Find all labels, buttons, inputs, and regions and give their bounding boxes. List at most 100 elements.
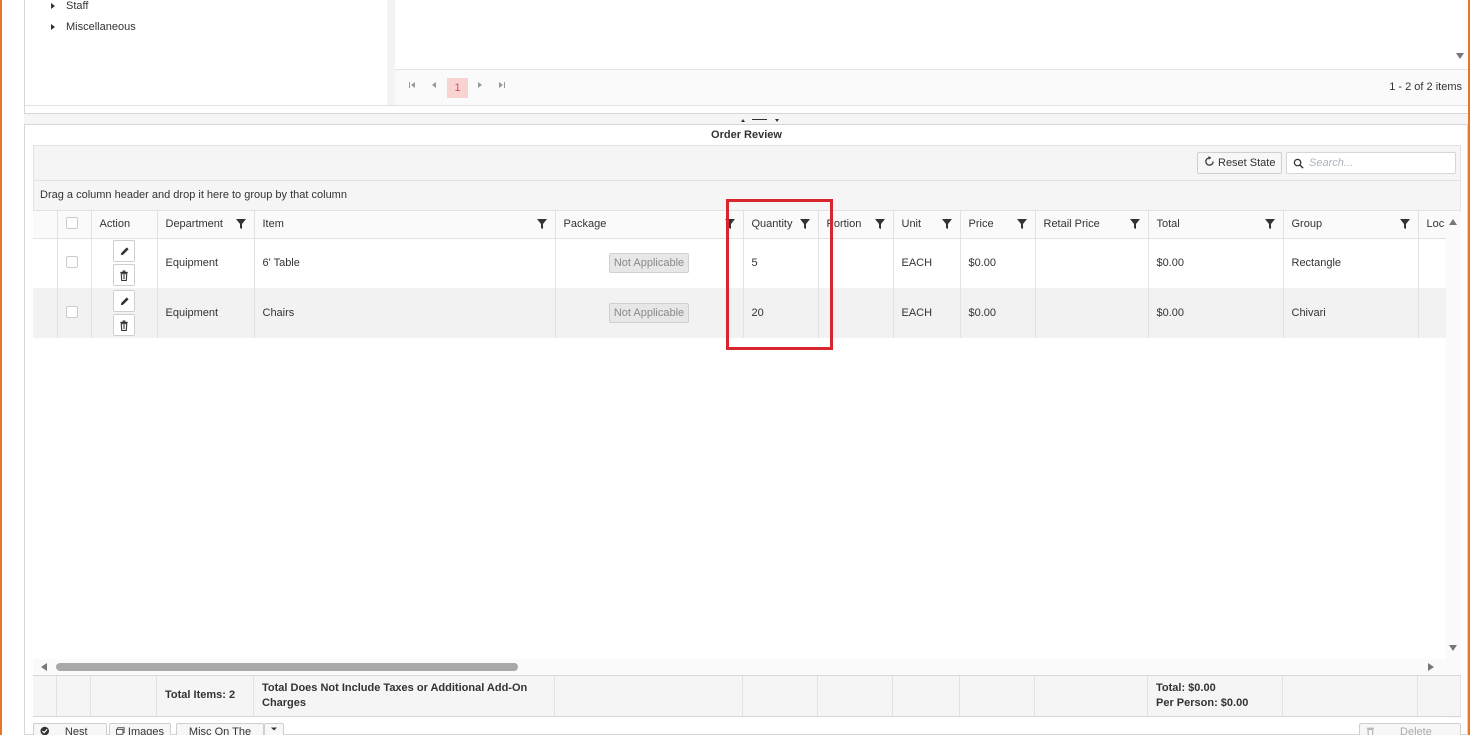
filter-icon[interactable] (874, 219, 885, 230)
cell-department: Equipment (157, 288, 255, 338)
scroll-down-icon[interactable] (1449, 645, 1457, 651)
vertical-scrollbar[interactable] (1446, 211, 1461, 718)
row-checkbox[interactable] (65, 255, 78, 268)
panel-splitter[interactable] (24, 114, 1468, 124)
group-hint-text: Drag a column header and drop it here to… (40, 189, 347, 201)
filter-icon[interactable] (1264, 219, 1275, 230)
select-all-checkbox[interactable] (65, 216, 78, 229)
header-total[interactable]: Total (1148, 211, 1284, 239)
grid-toolbar: Reset State (33, 145, 1461, 181)
cell-retail-price (1035, 238, 1149, 288)
cell-portion (818, 288, 894, 338)
expand-arrow-icon[interactable] (51, 24, 55, 30)
horizontal-scroll-thumb[interactable] (56, 663, 518, 671)
cell-package: Not Applicable (555, 288, 744, 338)
horizontal-scrollbar[interactable] (33, 659, 1461, 675)
header-quantity[interactable]: Quantity (743, 211, 819, 239)
left-accent-border (0, 0, 2, 735)
footer-per-person: Per Person: $0.00 (1156, 697, 1249, 709)
right-gutter (1470, 0, 1481, 735)
footer-total-items: Total Items: 2 (157, 676, 254, 716)
tree-item-miscellaneous[interactable]: Miscellaneous (51, 21, 136, 33)
column-label: Package (563, 218, 607, 231)
column-label: Quantity (751, 218, 793, 231)
cell-quantity[interactable]: 20 (743, 288, 819, 338)
images-button[interactable]: Images (109, 723, 171, 735)
misc-dropdown-button[interactable] (264, 723, 284, 735)
delete-button[interactable] (113, 264, 135, 287)
panel-divider (387, 0, 395, 105)
package-not-applicable-button[interactable]: Not Applicable (609, 253, 689, 274)
top-panel-footer (25, 105, 1468, 113)
top-panel: Staff Miscellaneous 1 1 - 2 of 2 items (24, 0, 1468, 114)
column-label: Department (165, 218, 223, 231)
refresh-icon (1204, 156, 1215, 170)
row-spacer (33, 288, 58, 338)
first-page-icon[interactable] (405, 80, 419, 94)
footer-price (960, 676, 1035, 716)
footer-quantity (743, 676, 818, 716)
edit-button[interactable] (113, 290, 135, 312)
footer-unit (893, 676, 960, 716)
reset-state-label: Reset State (1218, 157, 1276, 169)
column-label: Loc (1426, 218, 1445, 231)
filter-icon[interactable] (941, 219, 952, 230)
footer-select (57, 676, 91, 716)
header-unit[interactable]: Unit (893, 211, 961, 239)
bottom-action-bar: Nest Pkgs Images Misc On The Fly Delete … (33, 723, 1461, 735)
next-page-icon[interactable] (473, 80, 487, 94)
row-checkbox[interactable] (65, 305, 78, 318)
search-input[interactable] (1309, 157, 1449, 169)
scroll-down-icon[interactable] (1456, 53, 1464, 59)
nest-pkgs-button[interactable]: Nest Pkgs (33, 723, 107, 735)
header-package[interactable]: Package (555, 211, 744, 239)
header-select (57, 211, 92, 239)
header-portion[interactable]: Portion (818, 211, 894, 239)
cell-quantity[interactable]: 5 (743, 238, 819, 288)
filter-icon[interactable] (1129, 219, 1140, 230)
prev-page-icon[interactable] (427, 80, 441, 94)
filter-icon[interactable] (536, 219, 547, 230)
header-department[interactable]: Department (157, 211, 255, 239)
header-price[interactable]: Price (960, 211, 1036, 239)
filter-icon[interactable] (799, 219, 810, 230)
nest-pkgs-label: Nest Pkgs (64, 726, 88, 735)
cell-item: Chairs (254, 288, 556, 338)
edit-button[interactable] (113, 240, 135, 263)
tree-item-label: Staff (66, 0, 89, 12)
panel-title: Order Review (711, 129, 782, 141)
reset-state-button[interactable]: Reset State (1197, 152, 1283, 174)
package-not-applicable-button[interactable]: Not Applicable (609, 303, 689, 323)
app-root: Staff Miscellaneous 1 1 - 2 of 2 items O… (0, 0, 1481, 735)
filter-icon[interactable] (724, 219, 735, 230)
cell-price: $0.00 (960, 288, 1036, 338)
filter-icon[interactable] (1016, 219, 1027, 230)
row-select-cell (57, 238, 92, 288)
order-review-panel: Order Review Reset State Drag a column h… (24, 124, 1468, 735)
category-tree: Staff Miscellaneous (25, 0, 387, 105)
pencil-icon (120, 296, 129, 305)
table-header-row: Action Department Item Package Quantity … (33, 211, 1461, 239)
scroll-right-icon[interactable] (1428, 663, 1434, 671)
order-table: Action Department Item Package Quantity … (33, 211, 1461, 338)
header-item[interactable]: Item (254, 211, 556, 239)
tree-item-staff[interactable]: Staff (51, 0, 88, 12)
header-retail-price[interactable]: Retail Price (1035, 211, 1149, 239)
scroll-left-icon[interactable] (41, 663, 47, 671)
footer-note: Total Does Not Include Taxes or Addition… (254, 676, 555, 716)
footer-retail-price (1035, 676, 1148, 716)
misc-on-the-fly-button[interactable]: Misc On The Fly (176, 723, 264, 735)
delete-selected-label: Delete Selected (1400, 726, 1432, 735)
scroll-up-icon[interactable] (1449, 219, 1457, 225)
cell-group: Chivari (1283, 288, 1419, 338)
header-group[interactable]: Group (1283, 211, 1419, 239)
filter-icon[interactable] (235, 219, 246, 230)
current-page-button[interactable]: 1 (447, 78, 468, 98)
delete-button[interactable] (113, 314, 135, 336)
expand-arrow-icon[interactable] (51, 3, 55, 9)
header-spacer (33, 211, 58, 239)
last-page-icon[interactable] (495, 80, 509, 94)
group-drop-area[interactable]: Drag a column header and drop it here to… (33, 181, 1461, 211)
delete-selected-button[interactable]: Delete Selected (1359, 723, 1461, 735)
filter-icon[interactable] (1399, 219, 1410, 230)
